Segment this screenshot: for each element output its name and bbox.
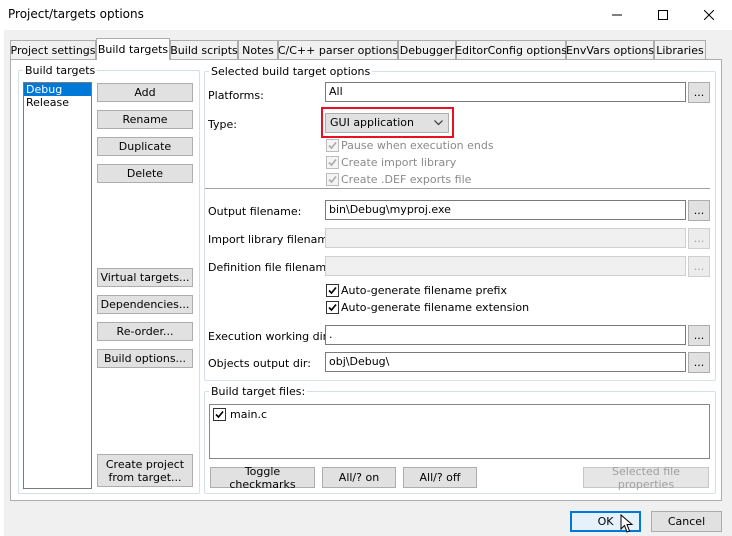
create-project-button[interactable]: Create project from target... — [97, 454, 193, 487]
import-library-label: Create import library — [341, 156, 457, 169]
pause-label: Pause when execution ends — [341, 139, 494, 152]
objects-dir-label: Objects output dir: — [208, 357, 311, 370]
import-filename-field[interactable] — [325, 228, 686, 248]
tab-project-settings[interactable]: Project settings — [10, 40, 96, 59]
chevron-down-icon — [434, 120, 443, 126]
platforms-browse-button[interactable]: ... — [688, 82, 710, 103]
type-label: Type: — [208, 118, 237, 131]
build-targets-list[interactable]: Debug Release — [23, 82, 92, 489]
output-filename-field[interactable]: bin\Debug\myproj.exe — [325, 200, 686, 220]
build-files-label: Build target files: — [209, 385, 308, 398]
working-dir-label: Execution working dir: — [208, 330, 331, 343]
import-library-checkbox[interactable] — [326, 156, 339, 169]
platforms-field[interactable]: All — [325, 82, 686, 102]
mouse-cursor-icon — [620, 514, 634, 533]
tab-notes[interactable]: Notes — [238, 40, 278, 59]
extension-checkbox[interactable] — [326, 301, 339, 314]
background-edge — [0, 30, 4, 536]
working-dir-field[interactable]: . — [325, 325, 686, 345]
tab-envvars[interactable]: EnvVars options — [566, 40, 654, 59]
checkmark-icon — [328, 158, 337, 167]
close-button[interactable] — [686, 0, 732, 30]
rename-button[interactable]: Rename — [97, 110, 193, 129]
file-properties-button[interactable]: Selected file properties — [583, 465, 709, 491]
checkmark-icon — [215, 410, 224, 419]
delete-button[interactable]: Delete — [97, 164, 193, 183]
def-exports-checkbox[interactable] — [326, 173, 339, 186]
dependencies-button[interactable]: Dependencies... — [97, 295, 193, 314]
duplicate-button[interactable]: Duplicate — [97, 137, 193, 156]
tab-parser-options[interactable]: C/C++ parser options — [278, 40, 398, 59]
tab-libraries[interactable]: Libraries — [654, 40, 706, 59]
divider — [205, 188, 710, 189]
build-targets-label: Build targets — [23, 64, 98, 77]
definition-filename-field[interactable] — [325, 256, 686, 276]
definition-filename-label: Definition file filename: — [208, 261, 337, 274]
definition-browse-button[interactable]: ... — [688, 256, 710, 277]
options-group-label: Selected build target options — [209, 65, 373, 78]
platforms-label: Platforms: — [208, 89, 264, 102]
checkmark-icon — [328, 141, 337, 150]
extension-label: Auto-generate filename extension — [341, 301, 530, 314]
import-browse-button[interactable]: ... — [688, 228, 710, 249]
checkmark-icon — [328, 175, 337, 184]
working-dir-browse-button[interactable]: ... — [688, 325, 710, 346]
virtual-targets-button[interactable]: Virtual targets... — [97, 268, 193, 287]
maximize-button[interactable] — [640, 0, 686, 30]
maximize-icon — [658, 10, 668, 20]
file-checkbox[interactable] — [213, 408, 226, 421]
output-filename-label: Output filename: — [208, 205, 302, 218]
output-browse-button[interactable]: ... — [688, 200, 710, 221]
pause-checkbox[interactable] — [326, 139, 339, 152]
list-item-debug[interactable]: Debug — [24, 83, 91, 96]
objects-dir-browse-button[interactable]: ... — [688, 352, 710, 373]
list-item-release[interactable]: Release — [24, 96, 91, 109]
checkmark-icon — [328, 286, 337, 295]
all-off-button[interactable]: All/? off — [403, 467, 477, 488]
build-files-list[interactable]: main.c — [209, 404, 710, 459]
all-on-button[interactable]: All/? on — [322, 467, 396, 488]
list-item[interactable]: main.c — [213, 408, 267, 421]
tab-build-targets[interactable]: Build targets — [96, 38, 170, 60]
tab-editorconfig[interactable]: EditorConfig options — [455, 40, 567, 59]
def-exports-label: Create .DEF exports file — [341, 173, 472, 186]
close-icon — [704, 10, 714, 20]
file-name: main.c — [230, 408, 268, 421]
import-filename-label: Import library filename: — [208, 233, 339, 246]
prefix-checkbox[interactable] — [326, 284, 339, 297]
prefix-label: Auto-generate filename prefix — [341, 284, 507, 297]
add-button[interactable]: Add — [97, 83, 193, 102]
type-dropdown-value: GUI application — [330, 116, 414, 129]
build-options-button[interactable]: Build options... — [97, 349, 193, 368]
reorder-button[interactable]: Re-order... — [97, 322, 193, 341]
cancel-button[interactable]: Cancel — [651, 511, 722, 532]
window-title: Project/targets options — [8, 7, 144, 21]
toggle-checkmarks-button[interactable]: Toggle checkmarks — [210, 465, 315, 491]
minimize-icon — [612, 14, 622, 16]
minimize-button[interactable] — [594, 0, 640, 30]
tab-debugger[interactable]: Debugger — [398, 40, 456, 59]
checkmark-icon — [328, 303, 337, 312]
type-dropdown[interactable]: GUI application — [325, 113, 449, 133]
tab-build-scripts[interactable]: Build scripts — [170, 40, 238, 59]
objects-dir-field[interactable]: obj\Debug\ — [325, 352, 686, 372]
